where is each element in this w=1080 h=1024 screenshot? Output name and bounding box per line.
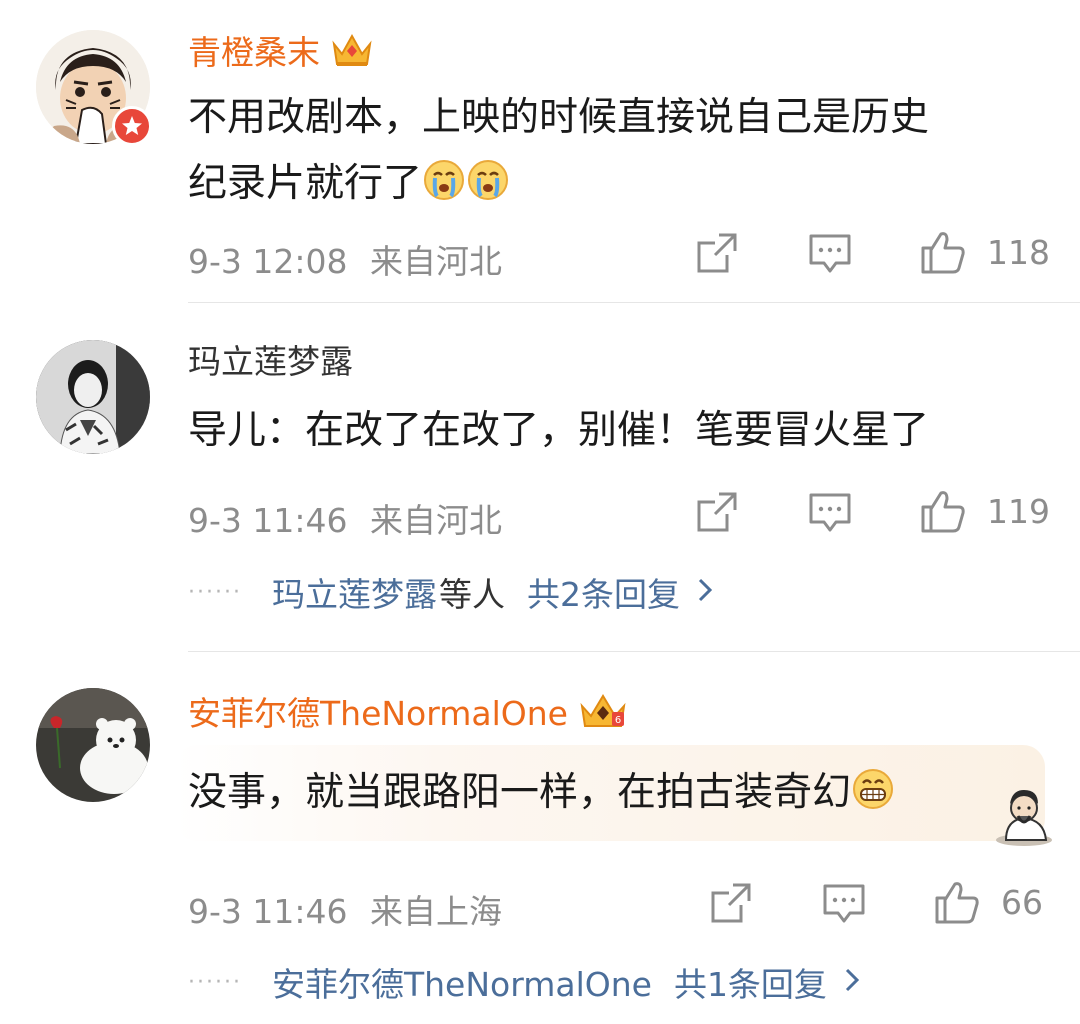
grinning-face-icon (851, 766, 895, 832)
avatar-image (36, 688, 150, 802)
comment-text: 导儿：在改了在改了，别催！笔要冒火星了 (188, 408, 930, 453)
comment-icon (809, 234, 851, 273)
share-icon (711, 883, 751, 923)
avatar[interactable] (36, 688, 150, 802)
avatar-image (36, 340, 150, 454)
comment-location: 来自河北 (370, 242, 502, 281)
comment-text: 不用改剧本，上映的时候直接说自己是历史 纪录片就行了 (188, 85, 1048, 223)
like-button[interactable]: 66 (933, 878, 1043, 926)
comment-time: 9-3 11:46 (188, 892, 348, 931)
chevron-right-icon (696, 573, 714, 612)
divider (188, 651, 1080, 652)
comment-button[interactable] (822, 883, 866, 925)
crown-vip-icon: 6 (578, 690, 628, 741)
bubble-sticker-icon (992, 782, 1058, 852)
comment-time: 9-3 11:46 (188, 501, 348, 540)
reply-count: 共1条回复 (673, 965, 827, 1004)
comment-text: 没事，就当跟路阳一样，在拍古装奇幻 (188, 760, 1048, 832)
like-count: 119 (987, 491, 1050, 531)
reply-suffix: 等人 (438, 575, 505, 614)
chevron-right-icon (843, 963, 861, 1002)
reply-users: 安菲尔德TheNormalOne (271, 965, 652, 1004)
divider (188, 302, 1080, 303)
thumbs-up-icon (935, 882, 979, 924)
share-button[interactable] (695, 490, 739, 534)
ellipsis-icon: ······ (188, 969, 242, 995)
username[interactable]: 玛立莲梦露 (188, 342, 353, 382)
ellipsis-icon: ······ (188, 579, 242, 605)
comment-time: 9-3 12:08 (188, 242, 348, 281)
verified-badge-icon (112, 106, 152, 146)
comment-button[interactable] (808, 492, 852, 534)
share-icon (697, 233, 737, 273)
username[interactable]: 安菲尔德TheNormalOne 6 (188, 690, 628, 741)
comment-button[interactable] (808, 233, 852, 275)
svg-text:6: 6 (615, 715, 621, 726)
like-button[interactable]: 118 (919, 228, 1050, 276)
like-button[interactable]: 119 (919, 487, 1050, 535)
reply-count: 共2条回复 (526, 575, 680, 614)
view-replies-link[interactable]: ······ 安菲尔德TheNormalOne 共1条回复 (188, 958, 861, 1006)
comment-icon (823, 884, 865, 923)
thumbs-up-icon (921, 232, 965, 274)
crown-vip-icon (330, 30, 374, 79)
comment-meta: 9-3 11:46 来自河北 (188, 494, 502, 542)
comment-location: 来自上海 (370, 892, 502, 931)
share-icon (697, 492, 737, 532)
comment-meta: 9-3 11:46 来自上海 (188, 885, 502, 933)
crying-face-icon (422, 157, 466, 223)
like-count: 118 (987, 232, 1050, 272)
share-button[interactable] (695, 231, 739, 275)
crying-face-icon (466, 157, 510, 223)
share-button[interactable] (709, 881, 753, 925)
avatar[interactable] (36, 340, 150, 454)
view-replies-link[interactable]: ······ 玛立莲梦露 等人 共2条回复 (188, 568, 714, 616)
comment-location: 来自河北 (370, 501, 502, 540)
thumbs-up-icon (921, 491, 965, 533)
comment-meta: 9-3 12:08 来自河北 (188, 235, 502, 283)
comment-icon (809, 493, 851, 532)
username[interactable]: 青橙桑末 (188, 30, 374, 79)
reply-users: 玛立莲梦露 (271, 575, 437, 614)
like-count: 66 (1001, 882, 1043, 922)
